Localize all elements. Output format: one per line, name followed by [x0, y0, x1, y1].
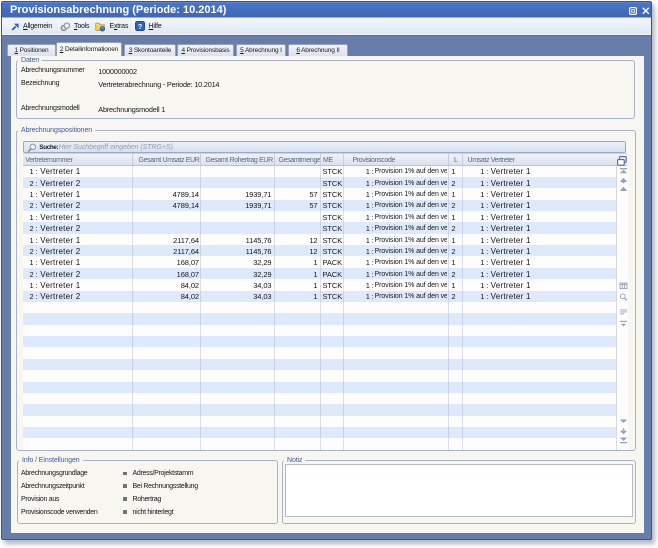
svg-text:?: ?	[138, 22, 143, 31]
